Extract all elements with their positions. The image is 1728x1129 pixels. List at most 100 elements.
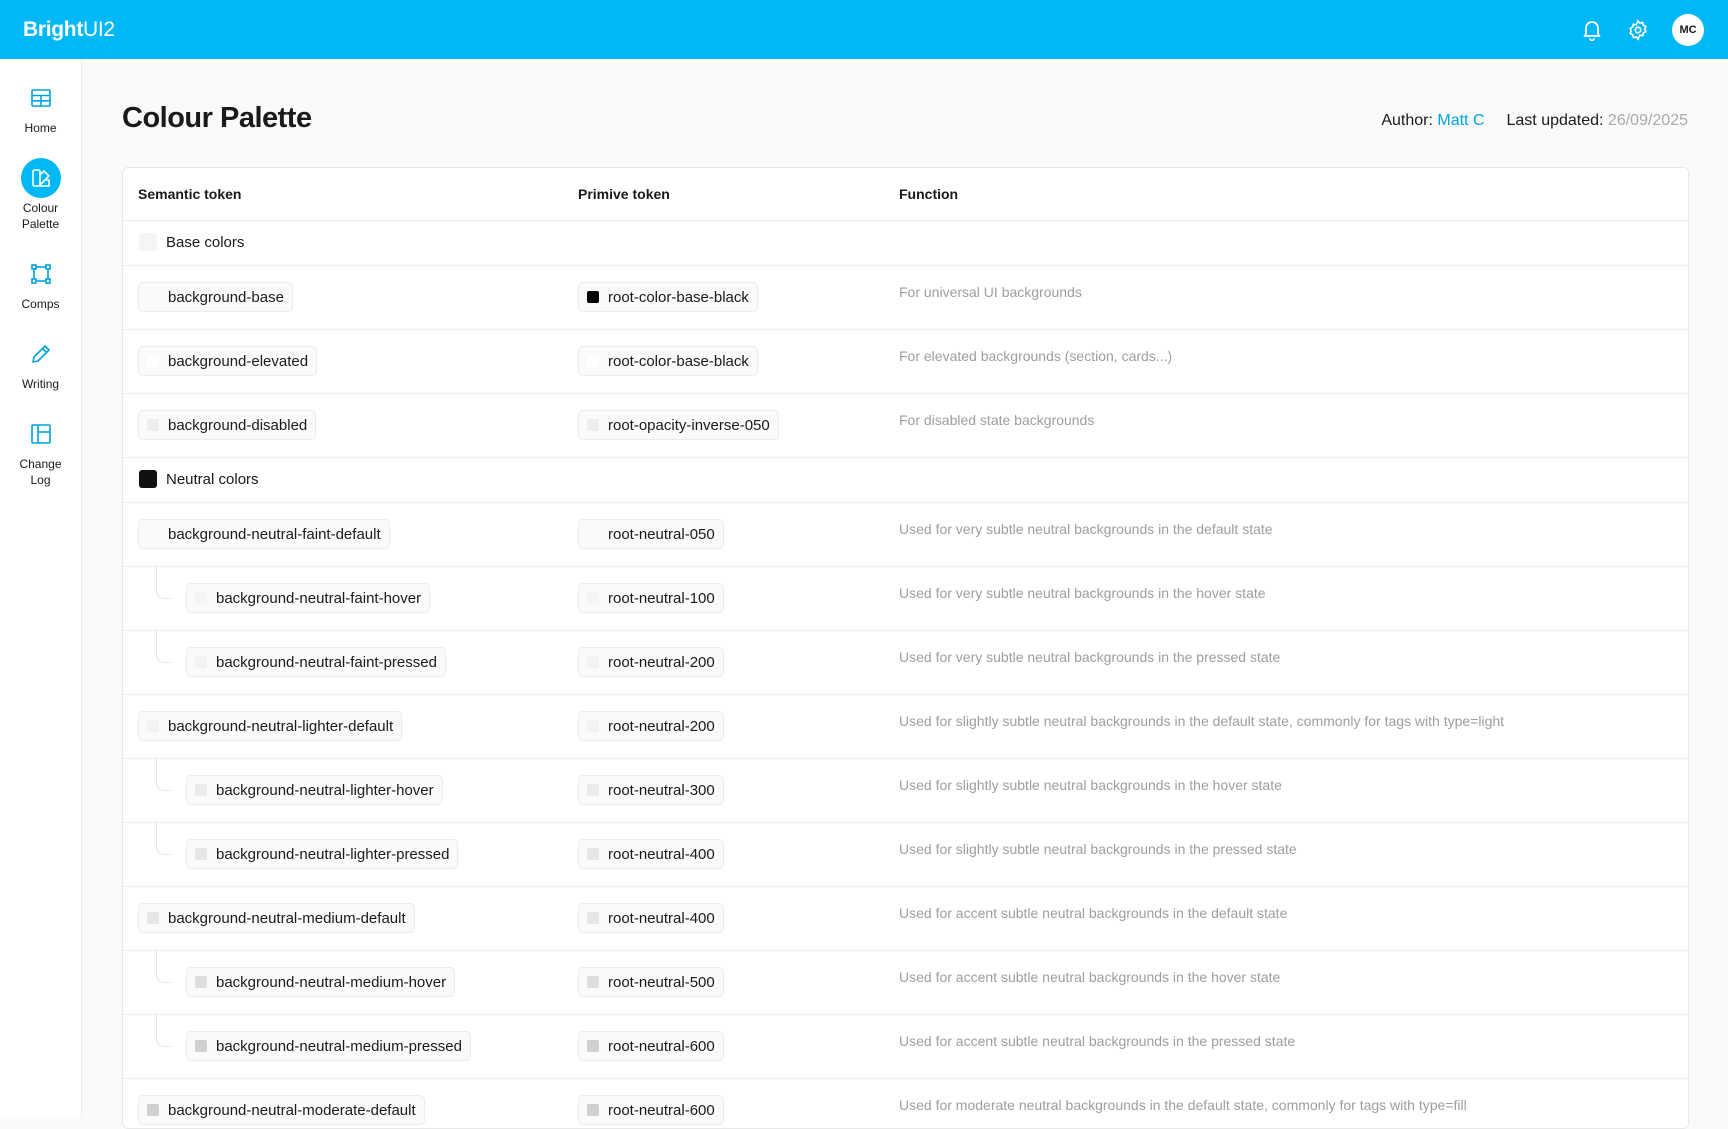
bell-icon[interactable] [1580,18,1604,42]
table-row: background-neutral-medium-pressed root-ne… [123,1014,1688,1079]
function-description: Used for slightly subtle neutral backgro… [899,713,1505,729]
semantic-token-chip[interactable]: background-neutral-lighter-hover [186,775,443,805]
function-description: Used for slightly subtle neutral backgro… [899,777,1282,793]
column-header-function: Function [899,186,959,202]
table-row: background-neutral-moderate-default root-… [123,1079,1688,1128]
primitive-token-name: root-neutral-200 [608,717,715,735]
primitive-token-chip[interactable]: root-neutral-400 [578,839,724,869]
semantic-token-chip[interactable]: background-neutral-medium-pressed [186,1031,471,1061]
primitive-token-chip[interactable]: root-neutral-100 [578,583,724,613]
semantic-swatch [147,419,159,431]
sidebar-item-change-log[interactable]: Change Log [0,414,81,488]
primitive-token-name: root-neutral-500 [608,973,715,991]
sidebar-item-label: Change Log [19,457,62,487]
semantic-swatch [195,784,207,796]
primitive-token-chip[interactable]: root-neutral-600 [578,1095,724,1125]
table-row: background-neutral-lighter-default root-n… [123,695,1688,759]
primitive-swatch [587,848,599,860]
avatar[interactable]: MC [1672,13,1704,46]
sidebar-item-comps[interactable]: Comps [0,254,81,312]
top-actions: MC [1580,0,1704,59]
semantic-token-chip[interactable]: background-neutral-faint-pressed [186,647,446,677]
semantic-token-chip[interactable]: background-base [138,282,293,312]
semantic-swatch [147,912,159,924]
function-description: For universal UI backgrounds [899,284,1082,300]
brand-logo[interactable]: BrightUI2 [23,18,115,42]
primitive-token-chip[interactable]: root-neutral-200 [578,711,724,741]
semantic-token-name: background-neutral-medium-hover [216,973,447,991]
table-row: background-neutral-lighter-pressed root-n… [123,822,1688,887]
primitive-swatch [587,1040,599,1052]
semantic-token-chip[interactable]: background-neutral-moderate-default [138,1095,425,1125]
primitive-token-chip[interactable]: root-neutral-050 [578,519,724,549]
primitive-token-name: root-neutral-600 [608,1037,715,1055]
semantic-token-name: background-disabled [168,416,308,434]
semantic-swatch [195,976,207,988]
group-label: Neutral colors [139,470,259,488]
primitive-token-chip[interactable]: root-neutral-500 [578,967,724,997]
semantic-token-chip[interactable]: background-neutral-faint-default [138,519,390,549]
function-description: Used for very subtle neutral backgrounds… [899,521,1273,537]
semantic-token-name: background-neutral-lighter-pressed [216,845,450,863]
column-header-primitive: Primive token [578,186,670,202]
primitive-token-chip[interactable]: root-neutral-300 [578,775,724,805]
semantic-token-chip[interactable]: background-neutral-faint-hover [186,583,431,613]
sidebar-item-colour-palette[interactable]: Colour Palette [0,158,81,232]
function-description: Used for very subtle neutral backgrounds… [899,649,1281,665]
semantic-token-chip[interactable]: background-neutral-medium-default [138,903,415,933]
semantic-token-chip[interactable]: background-elevated [138,346,318,376]
primitive-token-name: root-neutral-100 [608,589,715,607]
function-description: Used for accent subtle neutral backgroun… [899,969,1281,985]
primitive-token-name: root-neutral-400 [608,845,715,863]
function-description: Used for moderate neutral backgrounds in… [899,1097,1467,1113]
semantic-token-name: background-neutral-medium-pressed [216,1037,462,1055]
primitive-swatch [587,419,599,431]
function-description: For disabled state backgrounds [899,412,1095,428]
semantic-swatch [147,355,159,367]
semantic-token-chip[interactable]: background-neutral-medium-hover [186,967,456,997]
semantic-token-chip[interactable]: background-neutral-lighter-pressed [186,839,459,869]
table-row: background-base root-color-base-black For … [123,266,1688,330]
semantic-token-name: background-neutral-medium-default [168,909,406,927]
semantic-token-name: background-base [168,288,284,306]
page-meta: Author: Matt C Last updated: 26/09/2025 [1381,112,1688,130]
sidebar-item-writing[interactable]: Writing [0,334,81,392]
semantic-token-chip[interactable]: background-disabled [138,410,317,440]
group-swatch [139,470,157,488]
primitive-token-name: root-opacity-inverse-050 [608,416,770,434]
table-row: background-disabled root-opacity-inverse-… [123,394,1688,458]
primitive-swatch [587,720,599,732]
layout-icon [21,414,61,454]
semantic-token-chip[interactable]: background-neutral-lighter-default [138,711,403,741]
main-content: Colour Palette Author: Matt C Last updat… [81,59,1728,1129]
primitive-token-name: root-neutral-400 [608,909,715,927]
sidebar-item-label: Comps [21,297,60,311]
table-row: background-neutral-medium-default root-ne… [123,887,1688,951]
primitive-swatch [587,912,599,924]
top-bar: BrightUI2 MC [0,0,1728,59]
semantic-swatch [195,1040,207,1052]
sidebar-item-label: Writing [21,377,60,391]
primitive-token-chip[interactable]: root-neutral-600 [578,1031,724,1061]
semantic-swatch [147,1104,159,1116]
token-table: Semantic token Primive token Function Ba… [122,167,1689,1129]
semantic-token-name: background-neutral-lighter-default [168,717,394,735]
primitive-token-chip[interactable]: root-opacity-inverse-050 [578,410,779,440]
table-header: Semantic token Primive token Function [123,168,1688,221]
primitive-token-chip[interactable]: root-neutral-200 [578,647,724,677]
author-link[interactable]: Matt C [1437,112,1484,129]
table-row: background-neutral-lighter-hover root-neu… [123,758,1688,823]
primitive-token-chip[interactable]: root-color-base-black [578,346,758,376]
semantic-swatch [147,720,159,732]
palette-icon [20,158,61,198]
primitive-token-chip[interactable]: root-color-base-black [578,282,758,312]
function-description: For elevated backgrounds (section, cards… [899,348,1173,364]
sidebar-item-home[interactable]: Home [0,78,81,136]
sidebar-item-label: Home [24,121,57,135]
semantic-token-name: background-neutral-moderate-default [168,1101,416,1119]
primitive-token-chip[interactable]: root-neutral-400 [578,903,724,933]
function-description: Used for very subtle neutral backgrounds… [899,585,1266,601]
primitive-swatch [587,592,599,604]
function-description: Used for slightly subtle neutral backgro… [899,841,1297,857]
gear-icon[interactable] [1626,18,1650,42]
